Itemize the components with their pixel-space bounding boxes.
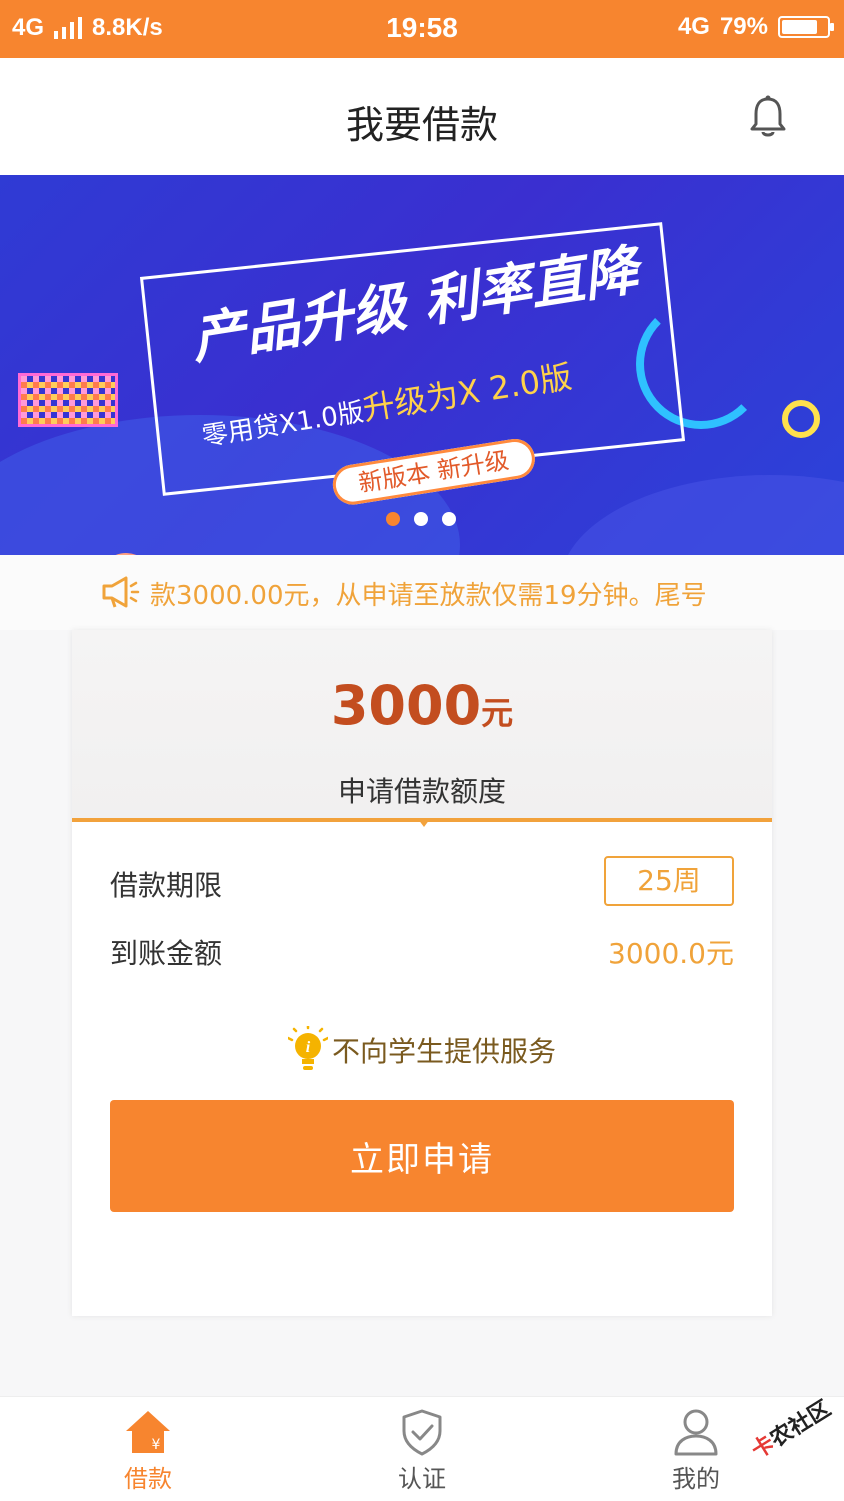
banner-decor-ring bbox=[782, 400, 820, 438]
apply-now-button[interactable]: 立即申请 bbox=[110, 1100, 734, 1212]
tab-verify-label: 认证 bbox=[398, 1465, 446, 1493]
received-amount-label: 到账金额 bbox=[110, 937, 223, 970]
amount-section: 3000元 申请借款额度 bbox=[72, 630, 772, 822]
loan-amount-unit: 元 bbox=[481, 694, 514, 732]
battery-icon bbox=[778, 16, 834, 38]
tab-loan-label: 借款 bbox=[124, 1465, 172, 1493]
loan-amount-label: 申请借款额度 bbox=[337, 775, 506, 808]
banner-pagination bbox=[386, 512, 456, 526]
banner-decor-grid bbox=[18, 373, 118, 427]
shield-check-icon bbox=[402, 1409, 442, 1456]
network-right: 4G bbox=[677, 13, 710, 40]
student-tip: i 不向学生提供服务 bbox=[72, 1026, 772, 1074]
bottom-tab-bar: ¥ 借款 认证 我的 bbox=[0, 1396, 844, 1501]
tab-loan[interactable]: ¥ 借款 bbox=[68, 1397, 228, 1501]
banner-dot[interactable] bbox=[442, 512, 456, 526]
status-bar: 4G 8.8K/s 19:58 4G 79% bbox=[0, 0, 844, 58]
page-title: 我要借款 bbox=[345, 103, 498, 147]
banner-dot[interactable] bbox=[414, 512, 428, 526]
home-yen-icon: ¥ bbox=[126, 1411, 170, 1453]
svg-text:i: i bbox=[306, 1039, 311, 1056]
page-header: 我要借款 bbox=[0, 58, 844, 175]
svg-text:¥: ¥ bbox=[152, 1437, 161, 1453]
loan-term-label: 借款期限 bbox=[110, 869, 223, 902]
tab-verify[interactable]: 认证 bbox=[342, 1397, 502, 1501]
banner-dot-active[interactable] bbox=[386, 512, 400, 526]
notice-text: 款3000.00元，从申请至放款仅需19分钟。尾号 bbox=[150, 581, 707, 611]
student-tip-text: 不向学生提供服务 bbox=[331, 1035, 556, 1068]
bell-icon[interactable] bbox=[748, 94, 788, 140]
loan-term-row: 借款期限 25周 bbox=[110, 856, 734, 906]
received-amount-value: 3000.0元 bbox=[608, 937, 734, 970]
battery-percent: 79% bbox=[719, 13, 768, 40]
status-right: 4G 79% bbox=[677, 13, 834, 41]
lightbulb-icon: i bbox=[287, 1026, 328, 1070]
loan-panel: 3000元 申请借款额度 借款期限 25周 到账金额 3000.0元 i 不向学… bbox=[72, 630, 772, 1316]
section-caret bbox=[418, 819, 430, 827]
banner-decor bbox=[560, 475, 844, 555]
promo-banner[interactable] bbox=[0, 175, 844, 555]
banner-frame bbox=[139, 222, 686, 496]
loan-term-selector[interactable]: 25周 bbox=[604, 856, 734, 906]
tab-mine-label: 我的 bbox=[672, 1465, 720, 1493]
loan-amount: 3000元 bbox=[72, 674, 772, 737]
received-amount-row: 到账金额 3000.0元 bbox=[110, 932, 734, 972]
loan-amount-value: 3000 bbox=[330, 674, 482, 737]
user-icon bbox=[674, 1409, 718, 1456]
megaphone-icon bbox=[102, 576, 140, 608]
